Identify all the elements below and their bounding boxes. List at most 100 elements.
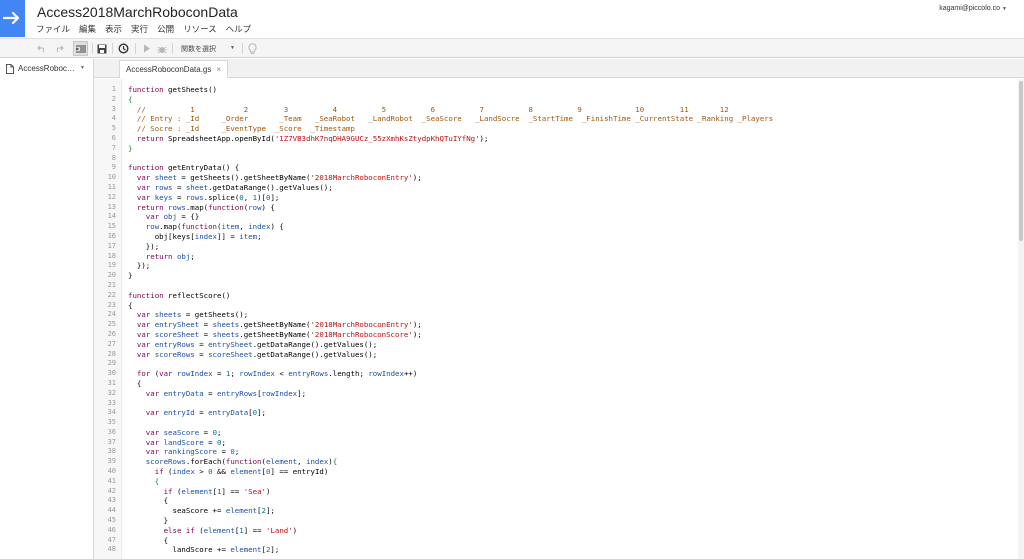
code-line[interactable]: return obj; bbox=[128, 252, 1008, 262]
code-line[interactable]: if (element[1] == 'Sea') bbox=[128, 487, 1008, 497]
code-token: .getDataRange().getValues(); bbox=[252, 339, 378, 349]
account-email[interactable]: kagami@piccolo.co bbox=[939, 5, 1000, 12]
code-line[interactable]: var sheets = getSheets(); bbox=[128, 310, 1008, 320]
line-number: 19 bbox=[107, 261, 116, 270]
code-token: landScore += bbox=[128, 545, 231, 555]
code-line[interactable]: { bbox=[128, 379, 1008, 389]
account-caret-icon[interactable]: ▼ bbox=[1002, 6, 1007, 12]
menu-resources[interactable]: リソース bbox=[183, 23, 217, 37]
code-line[interactable]: var entryId = entryData[0]; bbox=[128, 408, 1008, 418]
code-line[interactable]: { bbox=[128, 301, 1008, 311]
trigger-icon[interactable] bbox=[117, 41, 130, 56]
code-line[interactable]: var scoreSheet = sheets.getSheetByName('… bbox=[128, 330, 1008, 340]
code-line[interactable]: for (var rowIndex = 1; rowIndex < entryR… bbox=[128, 369, 1008, 379]
code-line[interactable]: scoreRows.forEach(function(element, inde… bbox=[128, 457, 1008, 467]
scrollbar-thumb[interactable] bbox=[1019, 81, 1023, 241]
code-line[interactable]: seaScore += element[2]; bbox=[128, 506, 1008, 516]
code-token: entryRows bbox=[288, 369, 329, 379]
code-line[interactable] bbox=[128, 281, 1008, 291]
line-number: 36 bbox=[107, 427, 116, 436]
code-line[interactable]: // Socre : _Id _EventType _Score _Timest… bbox=[128, 124, 1008, 134]
code-token: reflectScore() bbox=[163, 290, 231, 300]
chevron-down-icon[interactable]: ▼ bbox=[80, 65, 85, 71]
code-line[interactable]: // Entry : _Id _Order _Team _SeaRobot _L… bbox=[128, 114, 1008, 124]
code-token: ); bbox=[412, 320, 422, 330]
code-token: } bbox=[128, 143, 133, 153]
vertical-scrollbar[interactable] bbox=[1018, 79, 1024, 559]
code-token: var bbox=[128, 388, 160, 398]
code-token: = bbox=[217, 447, 231, 457]
code-line[interactable] bbox=[128, 359, 1008, 369]
code-line[interactable]: function reflectScore() bbox=[128, 291, 1008, 301]
code-line[interactable]: }); bbox=[128, 242, 1008, 252]
code-line[interactable]: if (index > 0 && element[0] == entryId) bbox=[128, 467, 1008, 477]
sidebar-file-item[interactable]: AccessRoboc… ▼ bbox=[0, 59, 93, 78]
code-line[interactable]: landScore += element[2]; bbox=[128, 545, 1008, 555]
code-line[interactable]: var keys = rows.splice(0, 1)[0]; bbox=[128, 193, 1008, 203]
code-token: function bbox=[181, 222, 218, 232]
code-token: entrySheet bbox=[150, 320, 200, 330]
code-line[interactable]: var seaScore = 0; bbox=[128, 428, 1008, 438]
code-token: function bbox=[128, 85, 164, 94]
redo-icon[interactable] bbox=[53, 41, 65, 56]
code-line[interactable]: obj[keys[index]] = item; bbox=[128, 232, 1008, 242]
apps-script-logo[interactable] bbox=[0, 0, 25, 37]
code-line[interactable]: function getEntryData() { bbox=[128, 163, 1008, 173]
code-line[interactable]: // 1 2 3 4 5 6 7 8 9 10 11 12 bbox=[128, 105, 1008, 115]
code-line[interactable]: return SpreadsheetApp.openById('1Z7VB3dh… bbox=[128, 134, 1008, 144]
menu-edit[interactable]: 編集 bbox=[79, 23, 96, 37]
code-line[interactable]: { bbox=[128, 95, 1008, 105]
code-line[interactable]: return rows.map(function(row) { bbox=[128, 203, 1008, 213]
code-line[interactable]: var sheet = getSheets().getSheetByName('… bbox=[128, 173, 1008, 183]
code-line[interactable] bbox=[128, 399, 1008, 409]
menu-file[interactable]: ファイル bbox=[36, 23, 70, 37]
code-line[interactable]: var rows = sheet.getDataRange().getValue… bbox=[128, 183, 1008, 193]
undo-icon[interactable] bbox=[36, 41, 48, 56]
code-token: , bbox=[239, 222, 249, 232]
code-token: // Socre : _Id _EventType _Score _Timest… bbox=[128, 124, 355, 134]
code-line[interactable]: function getSheets() bbox=[128, 85, 1008, 95]
tab-accessrobocondata-gs[interactable]: AccessRoboconData.gs × bbox=[119, 60, 229, 78]
close-icon[interactable]: × bbox=[216, 65, 221, 74]
code-line[interactable]: var landScore = 0; bbox=[128, 438, 1008, 448]
code-line[interactable]: var rankingScore = 0; bbox=[128, 447, 1008, 457]
debug-icon[interactable] bbox=[156, 41, 168, 56]
code-token: .map( bbox=[185, 202, 209, 212]
code-token: .getDataRange().getValues(); bbox=[208, 182, 333, 192]
code-line[interactable] bbox=[128, 418, 1008, 428]
code-line[interactable]: var obj = {} bbox=[128, 212, 1008, 222]
code-line[interactable]: var scoreRows = scoreSheet.getDataRange(… bbox=[128, 350, 1008, 360]
code-line[interactable]: } bbox=[128, 516, 1008, 526]
code-line[interactable]: var entryData = entryRows[rowIndex]; bbox=[128, 389, 1008, 399]
code-line[interactable]: { bbox=[128, 536, 1008, 546]
code-line[interactable]: var entryRows = entrySheet.getDataRange(… bbox=[128, 340, 1008, 350]
menu-run[interactable]: 実行 bbox=[131, 23, 148, 37]
code-line[interactable]: else if (element[1] == 'Land') bbox=[128, 526, 1008, 536]
save-icon[interactable] bbox=[96, 41, 108, 56]
line-number: 3 bbox=[111, 104, 116, 113]
code-editor[interactable]: 1 2 3 4 5 6 7 8 9 10 11 12 13 14 15 16 17 18 19 20 21 22 23 24 2… bbox=[94, 79, 1024, 559]
project-title[interactable]: Access2018MarchRoboconData bbox=[37, 4, 238, 20]
code-line[interactable]: { bbox=[128, 496, 1008, 506]
code-token: var bbox=[159, 369, 173, 379]
run-icon[interactable] bbox=[141, 41, 152, 56]
arrow-right-icon bbox=[3, 11, 20, 25]
code-line[interactable]: { bbox=[128, 477, 1008, 487]
menu-view[interactable]: 表示 bbox=[105, 23, 122, 37]
code-line[interactable]: }); bbox=[128, 261, 1008, 271]
function-select[interactable]: 関数を選択 ▼ bbox=[176, 41, 240, 56]
code-content[interactable]: function getSheets(){ // 1 2 3 4 5 6 7 8… bbox=[128, 85, 1008, 555]
indent-icon[interactable] bbox=[73, 41, 88, 56]
code-line[interactable]: } bbox=[128, 144, 1008, 154]
code-line[interactable] bbox=[128, 154, 1008, 164]
menu-publish[interactable]: 公開 bbox=[157, 23, 174, 37]
menu-help[interactable]: ヘルプ bbox=[226, 23, 252, 37]
code-token: ]; bbox=[265, 506, 275, 516]
code-token: return bbox=[128, 133, 164, 143]
code-line[interactable]: row.map(function(item, index) { bbox=[128, 222, 1008, 232]
code-token: '2018MarchRoboconEntry' bbox=[310, 173, 413, 183]
code-token: rowIndex bbox=[368, 369, 404, 379]
code-line[interactable]: } bbox=[128, 271, 1008, 281]
lightbulb-icon[interactable] bbox=[246, 41, 258, 56]
code-line[interactable]: var entrySheet = sheets.getSheetByName('… bbox=[128, 320, 1008, 330]
